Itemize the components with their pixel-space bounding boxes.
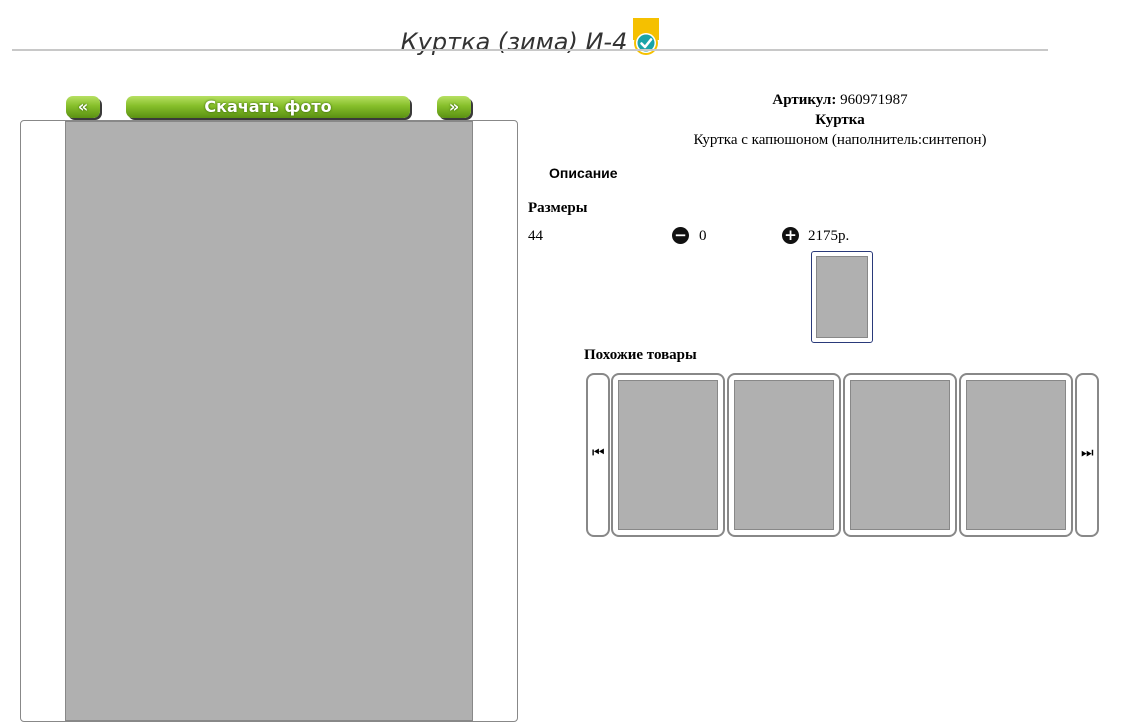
main-product-photo[interactable] (65, 121, 473, 721)
similar-product-image (966, 380, 1066, 530)
next-photo-button[interactable]: » (437, 96, 471, 118)
article-label: Артикул: (772, 92, 837, 108)
similar-product-card[interactable] (611, 373, 725, 537)
main-photo-frame (20, 120, 518, 722)
thumbnail-image (816, 256, 868, 338)
photo-thumbnail[interactable] (811, 251, 873, 343)
similar-product-card[interactable] (959, 373, 1073, 537)
product-name: Куртка (815, 112, 865, 128)
minus-circle-icon[interactable]: − (672, 227, 689, 244)
product-description: Куртка с капюшоном (наполнитель:синтепон… (693, 132, 987, 148)
previous-photo-button[interactable]: « (66, 96, 100, 118)
article-value: 960971987 (840, 92, 908, 108)
download-photo-button[interactable]: Скачать фото (126, 96, 410, 118)
similar-product-card[interactable] (727, 373, 841, 537)
header-divider (12, 49, 1048, 51)
size-value: 44 (528, 228, 543, 244)
article-line: Артикул: 960971987 (550, 92, 1130, 109)
skip-back-icon: ⏮ (592, 445, 605, 461)
similar-product-image (850, 380, 950, 530)
carousel-next-button[interactable]: ⏭ (1075, 373, 1099, 537)
quantity-value: 0 (699, 228, 707, 244)
price-value: 2175р. (808, 228, 850, 244)
carousel-prev-button[interactable]: ⏮ (586, 373, 610, 537)
skip-forward-icon: ⏭ (1081, 445, 1094, 461)
similar-product-image (618, 380, 718, 530)
description-heading[interactable]: Описание (549, 165, 618, 181)
page-title-text: Куртка (зима) И-4 (400, 28, 628, 56)
plus-circle-icon[interactable]: + (782, 227, 799, 244)
similar-product-image (734, 380, 834, 530)
sizes-heading: Размеры (528, 200, 588, 216)
similar-products-heading: Похожие товары (584, 347, 697, 363)
similar-product-card[interactable] (843, 373, 957, 537)
